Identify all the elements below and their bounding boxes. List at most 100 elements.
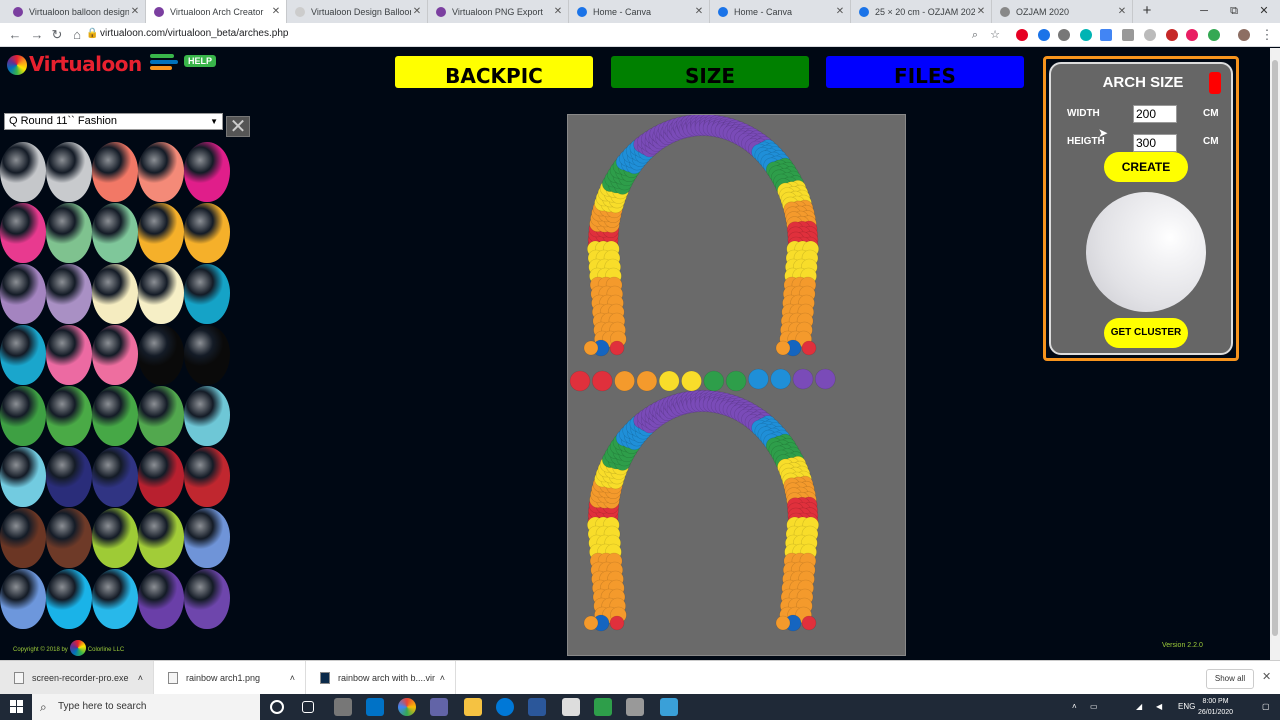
arch-balloon[interactable]	[658, 370, 680, 392]
palette-balloon[interactable]	[138, 508, 184, 568]
chevron-up-icon[interactable]: ˄	[290, 673, 295, 683]
reload-icon[interactable]: ↻	[48, 26, 66, 44]
palette-balloon[interactable]	[46, 508, 92, 568]
extension-icon[interactable]	[1100, 29, 1112, 41]
palette-balloon[interactable]	[0, 508, 46, 568]
arch-balloon[interactable]	[748, 368, 769, 390]
palette-balloon[interactable]	[92, 569, 138, 629]
extension-icon[interactable]	[1144, 29, 1156, 41]
palette-balloon[interactable]	[138, 569, 184, 629]
files-button[interactable]: FILES	[826, 56, 1024, 88]
close-downloads-icon[interactable]: ✕	[1262, 670, 1271, 683]
close-icon[interactable]: ✕	[226, 116, 250, 138]
restore-button[interactable]: ⧉	[1226, 3, 1242, 19]
palette-balloon[interactable]	[138, 325, 184, 385]
palette-balloon[interactable]	[46, 264, 92, 324]
help-button[interactable]: HELP	[184, 55, 217, 67]
arch-balloon[interactable]	[591, 370, 613, 392]
palette-balloon[interactable]	[184, 203, 230, 263]
clock[interactable]: 8:00 PM 26/01/2020	[1198, 696, 1233, 718]
tray-chevron-icon[interactable]: ˄	[1072, 694, 1077, 720]
palette-balloon[interactable]	[0, 264, 46, 324]
chrome-icon[interactable]	[398, 698, 416, 716]
network-icon[interactable]: ◢	[1136, 694, 1142, 720]
palette-balloon[interactable]	[0, 325, 46, 385]
arch-balloon[interactable]	[801, 615, 817, 631]
palette-balloon[interactable]	[92, 203, 138, 263]
minimize-button[interactable]: ─	[1196, 3, 1212, 19]
close-panel-icon[interactable]	[1209, 72, 1221, 94]
palette-balloon[interactable]	[0, 386, 46, 446]
extension-icon[interactable]	[1080, 29, 1092, 41]
palette-balloon[interactable]	[184, 508, 230, 568]
arch-balloon[interactable]	[792, 368, 814, 390]
height-input[interactable]: 300	[1133, 134, 1177, 152]
tab-close-icon[interactable]: ✕	[552, 6, 564, 17]
palette-balloon[interactable]	[138, 203, 184, 263]
tab-close-icon[interactable]: ✕	[129, 6, 141, 17]
palette-balloon[interactable]	[46, 386, 92, 446]
palette-balloon[interactable]	[184, 569, 230, 629]
tray-icon[interactable]: ▭	[1090, 694, 1098, 720]
arch-balloon[interactable]	[801, 340, 817, 356]
browser-tab[interactable]: Virtualoon Arch Creator ✕	[146, 0, 287, 23]
virtualoon-logo[interactable]: Virtualoon	[7, 52, 142, 76]
taskbar-search[interactable]: ⌕ Type here to search	[32, 694, 260, 720]
arch-drawing[interactable]	[568, 115, 907, 657]
palette-balloon[interactable]	[46, 325, 92, 385]
palette-balloon[interactable]	[92, 142, 138, 202]
download-item[interactable]: rainbow arch with b....vir ˄	[306, 661, 456, 695]
volume-icon[interactable]: ◀	[1156, 694, 1162, 720]
palette-balloon[interactable]	[46, 447, 92, 507]
tab-close-icon[interactable]: ✕	[411, 6, 423, 17]
palette-balloon[interactable]	[46, 203, 92, 263]
windows-start-icon[interactable]	[10, 700, 24, 714]
chevron-up-icon[interactable]: ˄	[440, 673, 445, 683]
extension-icon[interactable]	[1058, 29, 1070, 41]
url-field[interactable]: virtualoon.com/virtualoon_beta/arches.ph…	[100, 28, 288, 39]
outlook-icon[interactable]	[366, 698, 384, 716]
arch-balloon[interactable]	[583, 615, 599, 631]
extension-icon[interactable]	[1166, 29, 1178, 41]
bookmark-star-icon[interactable]: ☆	[986, 26, 1004, 44]
app-icon[interactable]	[660, 698, 678, 716]
arch-balloon[interactable]	[703, 370, 725, 392]
palette-balloon[interactable]	[138, 264, 184, 324]
edge-icon[interactable]	[496, 698, 514, 716]
arch-balloon[interactable]	[775, 615, 791, 631]
notifications-icon[interactable]: ▢	[1262, 694, 1270, 720]
chevron-up-icon[interactable]: ˄	[138, 673, 143, 683]
browser-tab[interactable]: OZJAM 2020 ✕	[992, 0, 1133, 23]
extension-icon[interactable]	[1208, 29, 1220, 41]
zoom-icon[interactable]: ⌕	[966, 26, 984, 44]
tab-close-icon[interactable]: ✕	[1116, 6, 1128, 17]
forward-icon[interactable]: →	[28, 26, 46, 44]
palette-balloon[interactable]	[92, 386, 138, 446]
extension-icon[interactable]	[1038, 29, 1050, 41]
palette-balloon[interactable]	[46, 142, 92, 202]
arch-balloon[interactable]	[814, 368, 836, 390]
menu-icon[interactable]	[150, 54, 178, 74]
palette-balloon[interactable]	[184, 325, 230, 385]
palette-balloon[interactable]	[92, 325, 138, 385]
browser-tab[interactable]: Virtualoon PNG Export ✕	[428, 0, 569, 23]
arch-balloon[interactable]	[583, 340, 599, 356]
tab-close-icon[interactable]: ✕	[693, 6, 705, 17]
word-icon[interactable]	[528, 698, 546, 716]
extension-icon[interactable]	[1186, 29, 1198, 41]
arch-balloon[interactable]	[569, 370, 591, 392]
width-input[interactable]: 200	[1133, 105, 1177, 123]
palette-balloon[interactable]	[138, 386, 184, 446]
app-icon[interactable]	[626, 698, 644, 716]
size-button[interactable]: SIZE	[611, 56, 809, 88]
palette-balloon[interactable]	[0, 569, 46, 629]
cortana-icon[interactable]	[270, 700, 284, 714]
browser-tab[interactable]: Home - Canva ✕	[710, 0, 851, 23]
arch-balloon[interactable]	[775, 340, 791, 356]
arch-balloon[interactable]	[609, 340, 625, 356]
download-item[interactable]: rainbow arch1.png ˄	[154, 661, 306, 695]
arch-balloon[interactable]	[770, 368, 791, 390]
tab-close-icon[interactable]: ✕	[270, 6, 282, 17]
arch-balloon[interactable]	[636, 370, 658, 392]
pinterest-extension-icon[interactable]	[1016, 29, 1028, 41]
